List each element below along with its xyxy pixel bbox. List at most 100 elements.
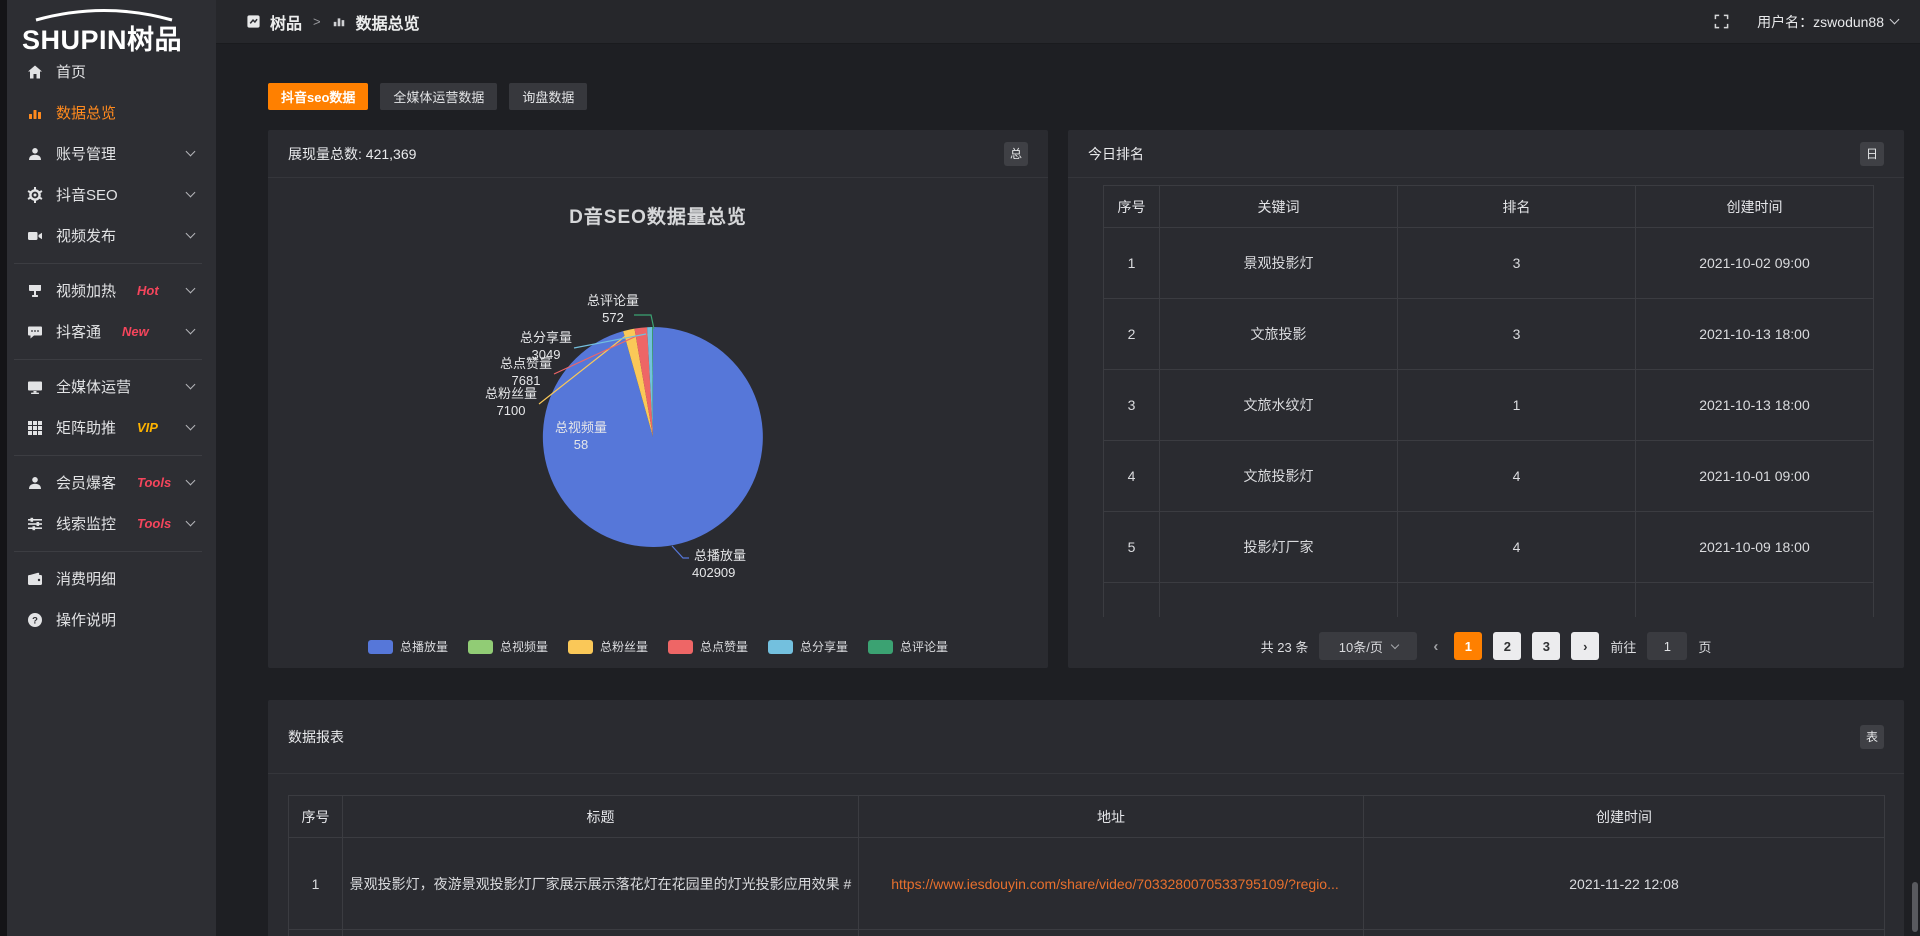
scrollbar-thumb[interactable]	[1912, 882, 1918, 932]
sidebar-item-user[interactable]: 账号管理	[0, 133, 216, 174]
pie-label-name: 总视频量	[555, 420, 607, 435]
table-cell: 5	[1104, 512, 1160, 583]
sidebar-item-wallet[interactable]: 消费明细	[0, 558, 216, 599]
tab-1[interactable]: 全媒体运营数据	[380, 83, 497, 110]
pie-label-name: 总分享量	[520, 330, 572, 345]
chevron-down-icon	[186, 188, 196, 198]
legend-swatch	[368, 640, 393, 654]
table-view-button[interactable]: 表	[1860, 725, 1884, 749]
page-button-3[interactable]: 3	[1532, 632, 1560, 660]
sidebar-item-monitor[interactable]: 全媒体运营	[0, 366, 216, 407]
table-row: 1景观投影灯32021-10-02 09:00	[1104, 228, 1874, 299]
table-header-row: 序号关键词排名创建时间	[1104, 186, 1874, 228]
sidebar-item-label: 视频发布	[56, 225, 116, 246]
pie-label-name: 总粉丝量	[485, 386, 537, 401]
chevron-down-icon	[186, 284, 196, 294]
legend-label: 总视频量	[500, 638, 548, 655]
ranking-title: 今日排名	[1088, 144, 1144, 164]
report-panel-header: 数据报表 表	[268, 700, 1904, 774]
sidebar-item-sliders[interactable]: 线索监控 Tools	[0, 503, 216, 544]
chart-icon	[27, 105, 43, 121]
table-cell: 文旅投影灯	[1160, 441, 1398, 512]
table-row-clipped	[1104, 583, 1874, 617]
sidebar-item-help[interactable]: ? 操作说明	[0, 599, 216, 640]
chart-title: D音SEO数据量总览	[569, 205, 747, 228]
tab-2[interactable]: 询盘数据	[509, 83, 587, 110]
sidebar-item-label: 首页	[56, 61, 86, 82]
menu-divider	[14, 359, 202, 360]
total-view-button[interactable]: 总	[1004, 142, 1028, 166]
legend-swatch	[568, 640, 593, 654]
main-content: 抖音seo数据全媒体运营数据询盘数据 展现量总数: 421,369 总 D音SE…	[216, 44, 1920, 936]
topbar: 树品 > 数据总览 用户名：zswodun88	[216, 0, 1920, 44]
sidebar-item-member[interactable]: 会员爆客 Tools	[0, 462, 216, 503]
gear-icon	[27, 187, 43, 203]
sidebar-item-chart[interactable]: 数据总览	[0, 92, 216, 133]
table-cell: 2	[1104, 299, 1160, 370]
page-button-2[interactable]: 2	[1493, 632, 1521, 660]
badge-hot: Hot	[137, 283, 159, 298]
page-button-1[interactable]: 1	[1454, 632, 1482, 660]
table-cell: 3	[1398, 299, 1636, 370]
column-header: 排名	[1398, 186, 1636, 228]
sidebar-item-label: 全媒体运营	[56, 376, 131, 397]
legend-swatch	[768, 640, 793, 654]
table-cell: 文旅投影	[1160, 299, 1398, 370]
legend-label: 总评论量	[900, 638, 948, 655]
sidebar-item-label: 抖客通	[56, 321, 101, 342]
ranking-table: 序号关键词排名创建时间1景观投影灯32021-10-02 09:002文旅投影3…	[1103, 185, 1874, 617]
badge-tools: Tools	[137, 475, 171, 490]
legend-swatch	[468, 640, 493, 654]
sidebar-item-chat[interactable]: 抖客通 New	[0, 311, 216, 352]
chart-legend: 总播放量 总视频量 总粉丝量 总点赞量 总分享量 总评论量	[268, 638, 1048, 655]
table-cell: 3	[1104, 370, 1160, 441]
legend-item-0[interactable]: 总播放量	[368, 638, 448, 655]
table-cell: 1	[1398, 370, 1636, 441]
goto-page-input[interactable]	[1647, 632, 1687, 660]
chevron-down-icon	[186, 421, 196, 431]
legend-item-2[interactable]: 总粉丝量	[568, 638, 648, 655]
sidebar-item-label: 消费明细	[56, 568, 116, 589]
prev-page-button[interactable]: ‹	[1428, 638, 1443, 655]
sidebar-item-grid[interactable]: 矩阵助推 VIP	[0, 407, 216, 448]
legend-item-3[interactable]: 总点赞量	[668, 638, 748, 655]
sidebar-item-gear[interactable]: 抖音SEO	[0, 174, 216, 215]
legend-item-1[interactable]: 总视频量	[468, 638, 548, 655]
day-view-button[interactable]: 日	[1860, 142, 1884, 166]
app: SHUPIN树品 首页 数据总览 账号管理 抖音SEO 视频发布 视频加热	[0, 0, 1920, 936]
ranking-panel: 今日排名 日 序号关键词排名创建时间1景观投影灯32021-10-02 09:0…	[1068, 130, 1904, 668]
home-icon	[27, 64, 43, 80]
next-page-button[interactable]: ›	[1571, 632, 1599, 660]
column-header: 关键词	[1160, 186, 1398, 228]
legend-item-4[interactable]: 总分享量	[768, 638, 848, 655]
sidebar-item-home[interactable]: 首页	[0, 51, 216, 92]
user-menu[interactable]: 用户名：zswodun88	[1757, 12, 1898, 32]
monitor-icon	[27, 379, 43, 395]
heat-icon	[27, 283, 43, 299]
breadcrumb-current[interactable]: 数据总览	[356, 10, 420, 34]
report-table: 序号标题地址创建时间 1 景观投影灯，夜游景观投影灯厂家展示展示落花灯在花园里的…	[288, 795, 1885, 936]
page-size-select[interactable]: 10条/页	[1319, 632, 1417, 660]
chevron-down-icon	[186, 476, 196, 486]
badge-new: New	[122, 324, 149, 339]
sidebar-item-label: 抖音SEO	[56, 184, 118, 205]
chevron-down-icon	[1391, 640, 1399, 648]
table-cell: 2021-10-02 09:00	[1636, 228, 1874, 299]
index-cell: 1	[289, 838, 343, 930]
video-link[interactable]: https://www.iesdouyin.com/share/video/70…	[891, 876, 1339, 892]
member-icon	[27, 475, 43, 491]
pie-label-name: 总评论量	[587, 293, 639, 308]
table-cell: 2021-10-13 18:00	[1636, 299, 1874, 370]
legend-label: 总点赞量	[700, 638, 748, 655]
sidebar-item-heat[interactable]: 视频加热 Hot	[0, 270, 216, 311]
url-cell: https://www.iesdouyin.com/share/video/70…	[859, 838, 1364, 930]
breadcrumb-root[interactable]: 树品	[270, 10, 302, 34]
tab-0[interactable]: 抖音seo数据	[268, 83, 368, 110]
legend-item-5[interactable]: 总评论量	[868, 638, 948, 655]
column-header: 序号	[1104, 186, 1160, 228]
sidebar-item-video[interactable]: 视频发布	[0, 215, 216, 256]
brand-crumb-icon	[246, 14, 261, 29]
fullscreen-icon[interactable]	[1714, 14, 1729, 29]
chat-icon	[27, 324, 43, 340]
column-header: 标题	[343, 796, 859, 838]
